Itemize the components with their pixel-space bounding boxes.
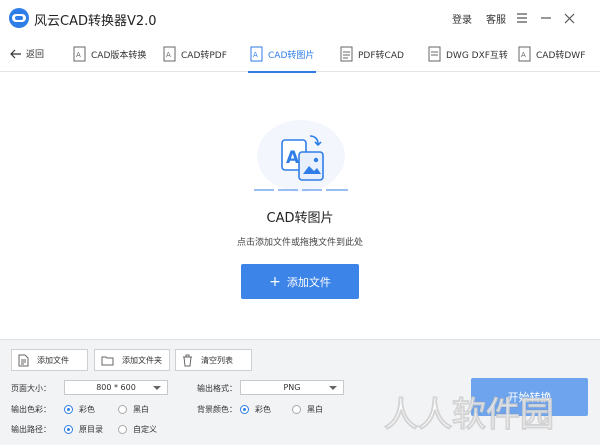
drop-hint: 点击添加文件或拖拽文件到此处 (236, 238, 363, 248)
radio-label: 彩色 (255, 405, 271, 414)
radio-dot (292, 405, 301, 414)
radio-label: 原目录 (79, 425, 103, 434)
tab-label: DWG DXF互转 (446, 50, 508, 61)
add-file-label: 添加文件 (37, 355, 69, 365)
tab-label: PDF转CAD (358, 50, 404, 61)
trash-icon (183, 354, 192, 366)
output-format-label: 输出格式： (197, 384, 237, 393)
tab-cad-image[interactable]: A CAD转图片 (247, 36, 317, 73)
menu-icon[interactable] (511, 7, 533, 29)
back-button[interactable]: 返回 (10, 47, 44, 60)
cad-image-icon: A (250, 46, 263, 62)
output-path-original-radio[interactable]: 原目录 (64, 424, 103, 435)
service-link[interactable]: 客服 (486, 11, 506, 26)
add-file-main-button[interactable]: + 添加文件 (241, 264, 359, 299)
clear-list-label: 清空列表 (201, 355, 233, 365)
tab-cad-dwf[interactable]: A CAD转DWF (518, 36, 585, 72)
page-size-value: 800 * 600 (96, 383, 136, 392)
output-color-bw-radio[interactable]: 黑白 (118, 404, 149, 415)
output-color-label: 输出色彩： (11, 405, 51, 414)
cad-file-icon: A (73, 46, 86, 62)
radio-dot (118, 405, 127, 414)
tab-cad-version[interactable]: A CAD版本转换 (73, 36, 146, 72)
app-title: 风云CAD转换器V2.0 (34, 14, 157, 29)
svg-text:A: A (286, 148, 300, 168)
main-title: CAD转图片 (266, 211, 334, 226)
tab-dwg-dxf[interactable]: DWG DXF互转 (428, 36, 508, 72)
svg-text:A: A (76, 51, 81, 59)
radio-label: 黑白 (307, 405, 323, 414)
start-convert-label: 开始转换 (507, 391, 552, 404)
output-format-select[interactable]: PNG (240, 380, 344, 395)
app-logo-icon (9, 8, 29, 28)
svg-text:A: A (521, 51, 526, 59)
bg-color-label: 背景颜色： (197, 405, 237, 414)
bg-color-color-radio[interactable]: 彩色 (240, 404, 271, 415)
clear-list-button[interactable]: 清空列表 (175, 349, 252, 371)
bg-color-bw-radio[interactable]: 黑白 (292, 404, 323, 415)
cad-to-image-icon: A (254, 120, 348, 192)
tab-label: CAD版本转换 (91, 50, 147, 61)
login-link[interactable]: 登录 (452, 11, 472, 26)
output-color-color-radio[interactable]: 彩色 (64, 404, 95, 415)
back-label: 返回 (26, 50, 45, 60)
svg-text:A: A (253, 51, 258, 59)
title-bar: 风云CAD转换器V2.0 登录 客服 (0, 0, 600, 36)
output-path-label: 输出路径： (11, 425, 51, 434)
plus-icon: + (269, 273, 281, 290)
radio-dot (64, 405, 73, 414)
radio-dot (64, 425, 73, 434)
add-folder-label: 添加文件夹 (122, 355, 162, 365)
pdf-file-icon (340, 46, 353, 62)
add-file-button[interactable]: 添加文件 (11, 349, 88, 371)
arrow-left-icon (10, 49, 21, 58)
tab-label: CAD转DWF (536, 50, 586, 61)
cad-file-icon: A (163, 46, 176, 62)
minimize-icon[interactable] (535, 7, 557, 29)
start-convert-button[interactable]: 开始转换 (471, 378, 588, 416)
dwg-file-icon (428, 46, 441, 62)
radio-label: 黑白 (133, 405, 149, 414)
svg-text:A: A (166, 51, 171, 59)
file-icon (18, 354, 29, 366)
tab-pdf-cad[interactable]: PDF转CAD (340, 36, 404, 72)
radio-dot (118, 425, 127, 434)
radio-dot (240, 405, 249, 414)
radio-label: 自定义 (133, 425, 157, 434)
tab-label: CAD转PDF (181, 50, 227, 61)
chevron-down-icon (329, 386, 337, 390)
add-folder-button[interactable]: 添加文件夹 (94, 349, 170, 371)
page-size-select[interactable]: 800 * 600 (64, 380, 168, 395)
tab-bar: 返回 A CAD版本转换 A CAD转PDF A CAD转图片 PDF转CAD … (0, 36, 600, 73)
radio-label: 彩色 (79, 405, 95, 414)
close-icon[interactable] (558, 7, 580, 29)
options-panel: 添加文件 添加文件夹 清空列表 页面大小： 800 * 600 输出格式： PN… (0, 339, 600, 445)
chevron-down-icon (153, 386, 161, 390)
add-file-main-label: 添加文件 (286, 275, 331, 289)
cad-file-icon: A (518, 46, 531, 62)
page-size-label: 页面大小： (11, 384, 51, 393)
tab-label: CAD转图片 (268, 50, 315, 61)
output-format-value: PNG (283, 383, 301, 392)
folder-icon (101, 356, 114, 365)
tab-cad-pdf[interactable]: A CAD转PDF (163, 36, 227, 72)
output-path-custom-radio[interactable]: 自定义 (118, 424, 157, 435)
